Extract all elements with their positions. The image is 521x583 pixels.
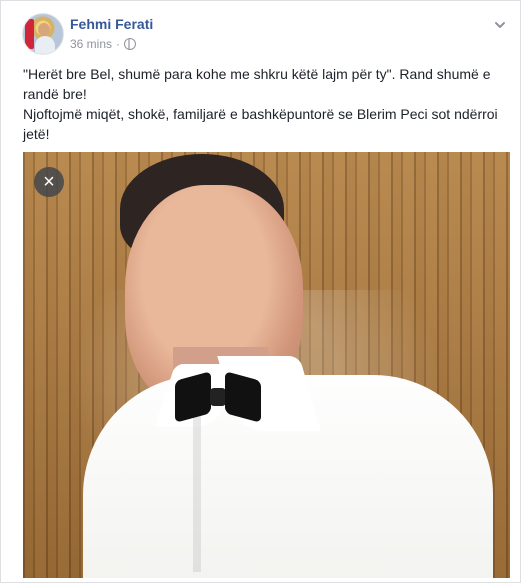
post-text: "Herët bre Bel, shumë para kohe me shkru…: [23, 64, 508, 144]
post-meta: 36 mins ·: [70, 37, 137, 51]
avatar-body: [35, 36, 55, 54]
chevron-down-icon[interactable]: [492, 17, 508, 33]
post-text-line: "Herët bre Bel, shumë para kohe me shkru…: [23, 66, 491, 102]
black-bowtie: [175, 371, 261, 423]
avatar-head: [38, 23, 50, 36]
bowtie-left: [175, 371, 211, 423]
shirt-fold: [193, 402, 201, 572]
author-name[interactable]: Fehmi Ferati: [70, 16, 153, 32]
post-text-line: Njoftojmë miqët, shokë, familjarë e bash…: [23, 106, 498, 142]
post-photo[interactable]: ×: [23, 152, 510, 578]
close-icon[interactable]: ×: [34, 167, 64, 197]
flag-graphic: [25, 19, 34, 49]
bowtie-right: [225, 371, 261, 423]
facebook-post: Fehmi Ferati 36 mins · "Herët bre Bel, s…: [0, 0, 521, 583]
post-header: Fehmi Ferati 36 mins ·: [22, 13, 508, 55]
bowtie-knot: [210, 388, 226, 406]
post-time[interactable]: 36 mins: [70, 37, 112, 51]
globe-icon[interactable]: [124, 38, 137, 50]
author-avatar[interactable]: [22, 13, 64, 55]
meta-separator: ·: [116, 37, 121, 51]
